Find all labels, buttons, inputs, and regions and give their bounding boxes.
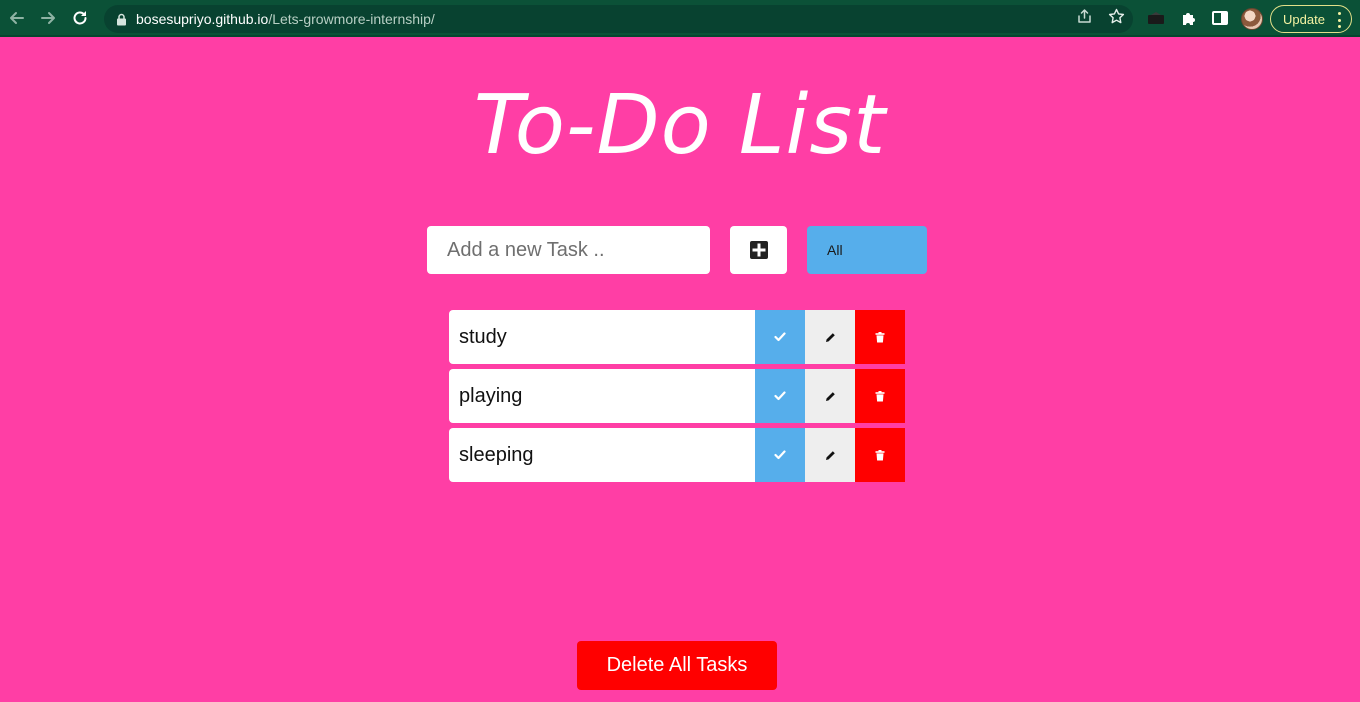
back-icon[interactable] [6, 7, 28, 29]
reload-icon[interactable] [69, 7, 91, 29]
browser-toolbar: bosesupriyo.github.io/Lets-growmore-inte… [0, 0, 1360, 37]
task-input[interactable] [427, 226, 710, 274]
task-row: study [449, 310, 905, 364]
task-text: playing [449, 369, 756, 423]
add-task-button[interactable] [730, 226, 787, 274]
pencil-icon [825, 332, 835, 342]
puzzle-icon[interactable] [1178, 8, 1198, 28]
task-text: sleeping [449, 428, 756, 482]
pencil-icon [825, 391, 835, 401]
task-list: study playing sleeping [449, 310, 905, 487]
delete-button[interactable] [855, 369, 905, 423]
filter-select[interactable]: All [807, 226, 927, 274]
url-host: bosesupriyo.github.io [136, 11, 269, 27]
task-row: playing [449, 369, 905, 423]
star-icon[interactable] [1107, 7, 1125, 25]
task-text: study [449, 310, 756, 364]
task-row: sleeping [449, 428, 905, 482]
share-icon[interactable] [1075, 7, 1093, 25]
update-label: Update [1283, 11, 1325, 27]
url-path: /Lets-growmore-internship/ [268, 11, 435, 27]
check-icon [774, 391, 786, 401]
complete-button[interactable] [755, 428, 806, 482]
complete-button[interactable] [755, 369, 806, 423]
delete-button[interactable] [855, 428, 905, 482]
update-button[interactable]: Update [1270, 5, 1352, 33]
page-title: To-Do List [473, 78, 887, 173]
trash-icon [875, 390, 885, 401]
sidepanel-icon[interactable] [1210, 8, 1230, 28]
url-text[interactable]: bosesupriyo.github.io/Lets-growmore-inte… [136, 11, 435, 27]
complete-button[interactable] [755, 310, 806, 364]
trash-icon [875, 449, 885, 460]
trash-icon [875, 331, 885, 342]
extension-icon[interactable] [1146, 8, 1166, 28]
lock-icon[interactable] [114, 12, 128, 26]
filter-selected-label: All [827, 242, 843, 258]
delete-button[interactable] [855, 310, 905, 364]
address-bar[interactable]: bosesupriyo.github.io/Lets-growmore-inte… [104, 5, 1133, 33]
check-icon [774, 450, 786, 460]
delete-all-button[interactable]: Delete All Tasks [577, 641, 777, 690]
edit-button[interactable] [805, 369, 856, 423]
avatar[interactable] [1241, 8, 1263, 30]
forward-icon[interactable] [37, 7, 59, 29]
edit-button[interactable] [805, 310, 856, 364]
plus-square-icon [749, 241, 768, 259]
edit-button[interactable] [805, 428, 856, 482]
more-icon[interactable] [1337, 12, 1341, 28]
pencil-icon [825, 450, 835, 460]
check-icon [774, 332, 786, 342]
